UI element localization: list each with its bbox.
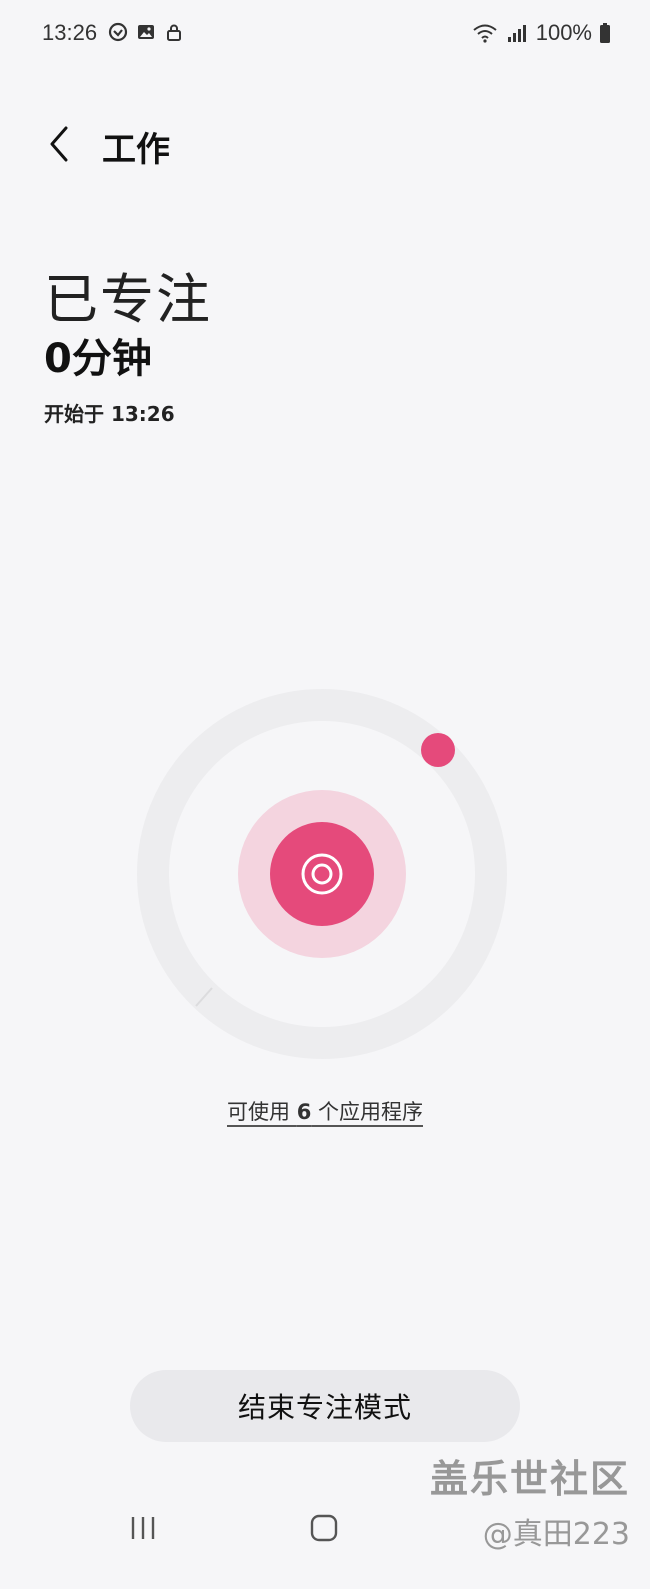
page-title: 工作: [102, 130, 170, 170]
allowed-apps-link[interactable]: 可使用 6 个应用程序: [0, 1096, 650, 1126]
lock-icon: [164, 22, 184, 42]
focus-ring: [136, 688, 508, 1060]
watermark-title: 盖乐世社区: [429, 1457, 630, 1501]
chevron-left-icon: [50, 126, 68, 162]
focus-center-button[interactable]: [270, 822, 374, 926]
apps-link-prefix: 可使用: [227, 1100, 297, 1124]
header: 工作: [0, 110, 650, 180]
back-button[interactable]: [34, 118, 82, 170]
focus-start-time: 开始于 13:26: [44, 402, 175, 426]
focus-duration: 0分钟: [44, 336, 152, 382]
battery-text: 100%: [535, 20, 592, 45]
ring-indicator-dot: [421, 733, 455, 767]
status-time: 13:26: [42, 20, 98, 45]
recent-apps-icon: [131, 1517, 155, 1539]
watermark-user: @真田223: [482, 1517, 630, 1552]
status-icons-left: [108, 22, 184, 42]
home-icon: [310, 1514, 338, 1542]
status-bar: 13:26 100%: [0, 0, 650, 70]
signal-icon: [504, 22, 530, 44]
apps-count: 6: [296, 1100, 312, 1124]
apps-link-suffix: 个应用程序: [311, 1100, 423, 1124]
focus-heading: 已专注: [44, 268, 212, 331]
sync-icon: [108, 22, 128, 42]
watermark: 盖乐世社区 @真田223: [430, 1448, 630, 1553]
image-icon: [136, 22, 156, 42]
status-icons-right: 100%: [472, 20, 612, 46]
end-focus-label: 结束专注模式: [237, 1391, 412, 1424]
wifi-icon: [472, 22, 498, 44]
home-button[interactable]: [306, 1510, 342, 1546]
recent-apps-button[interactable]: [126, 1512, 160, 1544]
battery-icon: [598, 22, 612, 44]
end-focus-button[interactable]: 结束专注模式: [130, 1370, 520, 1442]
